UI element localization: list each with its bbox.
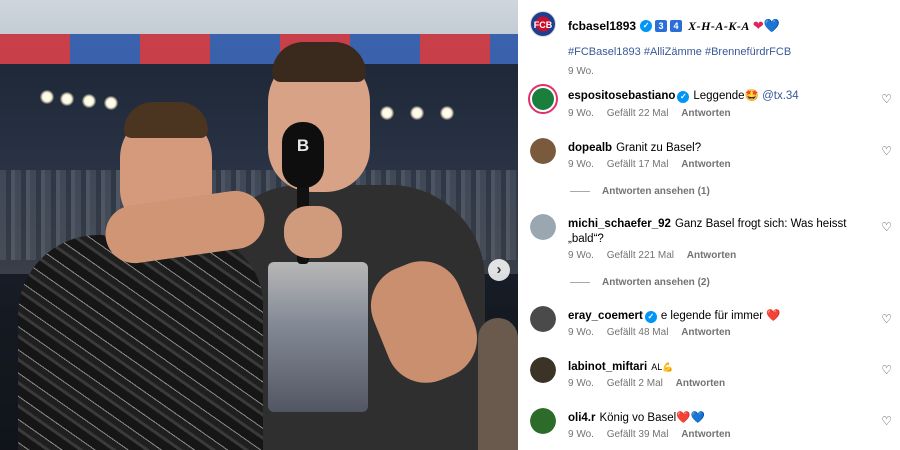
reply-button[interactable]: Antworten xyxy=(676,378,725,389)
comment-time: 9 Wo. xyxy=(568,159,594,170)
comment-time: 9 Wo. xyxy=(568,429,594,440)
comment-text: oli4.r König vo Basel❤️💙 xyxy=(568,411,868,426)
divider-line xyxy=(570,191,590,192)
avatar[interactable] xyxy=(530,408,556,434)
reply-button[interactable]: Antworten xyxy=(681,327,730,338)
comment-time: 9 Wo. xyxy=(568,378,594,389)
reply-button[interactable]: Antworten xyxy=(681,429,730,440)
comment-body: AL💪 xyxy=(651,362,674,372)
heart-outline-icon[interactable]: ♡ xyxy=(881,312,892,326)
view-replies-label[interactable]: Antworten ansehen (1) xyxy=(602,186,710,197)
verified-badge-icon: ✓ xyxy=(677,91,690,103)
comment-body: König vo Basel❤️💙 xyxy=(599,412,705,424)
view-replies-button[interactable]: Antworten ansehen (1) xyxy=(570,186,710,197)
heart-outline-icon[interactable]: ♡ xyxy=(881,414,892,428)
avatar[interactable] xyxy=(530,138,556,164)
comment-likes[interactable]: Gefällt 48 Mal xyxy=(607,327,669,338)
comment-username[interactable]: michi_schaefer_92 xyxy=(568,218,671,230)
stadium-light xyxy=(104,96,118,110)
verified-badge-icon: ✓ xyxy=(644,311,657,323)
comment-meta: 9 Wo. Gefällt 39 Mal Antworten xyxy=(568,429,741,440)
stadium-light xyxy=(380,106,394,120)
author-avatar[interactable]: FCB xyxy=(530,11,556,37)
comment-likes[interactable]: Gefällt 22 Mal xyxy=(607,108,669,119)
comment-likes[interactable]: Gefällt 221 Mal xyxy=(607,250,674,261)
comments-panel: FCB fcbasel1893 ✓ 3 4 X-H-A-K-A ❤ 💙 #FCB… xyxy=(518,0,900,450)
comment-meta: 9 Wo. Gefällt 17 Mal Antworten xyxy=(568,159,741,170)
comment-body: e legende für immer ❤️ xyxy=(660,310,781,322)
comment-body: Leggende🤩 xyxy=(693,90,759,102)
comment-meta: 9 Wo. Gefällt 22 Mal Antworten xyxy=(568,108,741,119)
avatar[interactable] xyxy=(528,84,558,114)
comment-username[interactable]: dopealb xyxy=(568,142,612,154)
heart-outline-icon[interactable]: ♡ xyxy=(881,363,892,377)
keycap-4-icon: 4 xyxy=(670,20,683,32)
comment-mention[interactable]: @tx.34 xyxy=(762,90,799,102)
comment-meta: 9 Wo. Gefällt 48 Mal Antworten xyxy=(568,327,741,338)
comment-username[interactable]: oli4.r xyxy=(568,412,595,424)
next-image-button[interactable]: › xyxy=(488,259,510,281)
comment-text: michi_schaefer_92 Ganz Basel frogt sich: … xyxy=(568,217,868,247)
child-background xyxy=(478,318,518,450)
post-photo: B › xyxy=(0,0,518,450)
shirt-print xyxy=(268,262,368,412)
blue-heart-icon: 💙 xyxy=(763,18,780,33)
comment-text: dopealb Granit zu Basel? xyxy=(568,141,868,156)
avatar[interactable] xyxy=(530,214,556,240)
caption-line: fcbasel1893 ✓ 3 4 X-H-A-K-A ❤ 💙 xyxy=(568,18,780,34)
avatar[interactable] xyxy=(530,306,556,332)
comment-likes[interactable]: Gefällt 17 Mal xyxy=(607,159,669,170)
comment-meta: 9 Wo. Gefällt 221 Mal Antworten xyxy=(568,250,746,261)
heart-outline-icon[interactable]: ♡ xyxy=(881,220,892,234)
view-replies-label[interactable]: Antworten ansehen (2) xyxy=(602,277,710,288)
verified-badge-icon: ✓ xyxy=(640,20,653,32)
author-username[interactable]: fcbasel1893 xyxy=(568,19,636,33)
comment-meta: 9 Wo. Gefällt 2 Mal Antworten xyxy=(568,378,735,389)
caption-hashtags[interactable]: #FCBasel1893 #AlliZämme #BrennefürdrFCB xyxy=(568,46,791,58)
reply-button[interactable]: Antworten xyxy=(681,159,730,170)
comment-username[interactable]: eray_coemert xyxy=(568,310,643,322)
reply-button[interactable]: Antworten xyxy=(687,250,736,261)
comment-text: espositosebastiano ✓ Leggende🤩 @tx.34 xyxy=(568,89,868,104)
keycap-3-icon: 3 xyxy=(655,20,668,32)
stadium-light xyxy=(410,106,424,120)
heart-outline-icon[interactable]: ♡ xyxy=(881,92,892,106)
player-right-hair xyxy=(272,42,366,82)
player-left-shirt xyxy=(18,235,263,450)
comment-username[interactable]: espositosebastiano xyxy=(568,90,675,102)
stadium-light xyxy=(82,94,96,108)
stadium-banner xyxy=(0,34,518,64)
stadium-light xyxy=(60,92,74,106)
comment-likes[interactable]: Gefällt 39 Mal xyxy=(607,429,669,440)
caption-time: 9 Wo. xyxy=(568,66,594,77)
reply-button[interactable]: Antworten xyxy=(681,108,730,119)
player-left-hair xyxy=(124,102,208,138)
hand xyxy=(284,206,342,258)
microphone-logo: B xyxy=(296,136,310,155)
comment-likes[interactable]: Gefällt 2 Mal xyxy=(607,378,663,389)
comment-time: 9 Wo. xyxy=(568,327,594,338)
comment-username[interactable]: labinot_miftari xyxy=(568,361,647,373)
comment-time: 9 Wo. xyxy=(568,108,594,119)
comment-body: Granit zu Basel? xyxy=(616,142,702,154)
comment-text: eray_coemert ✓ e legende für immer ❤️ xyxy=(568,309,868,324)
divider-line xyxy=(570,282,590,283)
stadium-light xyxy=(40,90,54,104)
caption-title: X-H-A-K-A xyxy=(688,18,750,33)
comment-text: labinot_miftari AL💪 xyxy=(568,360,868,375)
view-replies-button[interactable]: Antworten ansehen (2) xyxy=(570,277,710,288)
comment-time: 9 Wo. xyxy=(568,250,594,261)
avatar[interactable] xyxy=(530,357,556,383)
stadium-light xyxy=(440,106,454,120)
red-heart-icon: ❤ xyxy=(752,18,764,33)
heart-outline-icon[interactable]: ♡ xyxy=(881,144,892,158)
